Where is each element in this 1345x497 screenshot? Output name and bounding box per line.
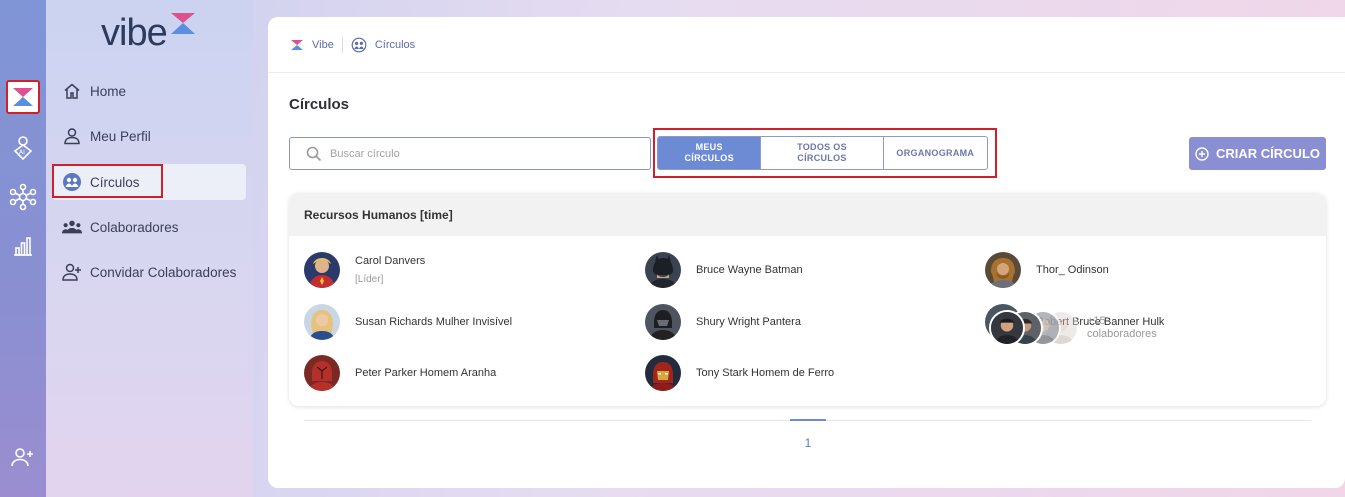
search-input[interactable] xyxy=(330,147,630,160)
tab-meus-circulos[interactable]: MEUS CÍRCULOS xyxy=(658,137,762,169)
ai-icon[interactable]: AI xyxy=(6,131,40,165)
pagination-page-1[interactable]: 1 xyxy=(790,436,826,450)
sidebar-item-label: Colaboradores xyxy=(90,219,179,235)
member-item[interactable]: Susan Richards Mulher Invisível xyxy=(304,304,512,340)
app-rail: AI xyxy=(0,0,46,497)
member-item[interactable]: Peter Parker Homem Aranha xyxy=(304,355,496,391)
breadcrumb: Vibe Círculos xyxy=(290,36,415,54)
member-item[interactable]: Carol Danvers [Líder] xyxy=(304,252,425,288)
member-name: Bruce Wayne Batman xyxy=(696,264,803,276)
avatar xyxy=(989,310,1025,346)
circle-title: Recursos Humanos [time] xyxy=(289,193,1326,236)
main-panel: Vibe Círculos Círculos MEUSCÍRCULOS TODO… xyxy=(268,17,1345,488)
user-plus-icon xyxy=(62,262,82,282)
vibe-logo-icon xyxy=(291,40,303,50)
tab-label: MEUS CÍRCULOS xyxy=(684,142,733,164)
member-role: [Líder] xyxy=(355,274,384,285)
tab-label-line2: CÍRCULOS xyxy=(684,153,734,163)
circle-card[interactable]: Recursos Humanos [time] Carol Danvers [L… xyxy=(289,193,1326,406)
member-name: Thor_ Odinson xyxy=(1036,264,1109,276)
avatar xyxy=(304,304,340,340)
sidebar-item-label: Círculos xyxy=(90,174,140,190)
logo-mark-icon xyxy=(170,13,195,34)
create-circle-button[interactable]: CRIAR CÍRCULO xyxy=(1189,137,1326,170)
header-divider xyxy=(268,72,1345,73)
avatar-stack xyxy=(989,310,1083,346)
circles-icon xyxy=(62,172,82,192)
breadcrumb-current-label: Círculos xyxy=(374,39,416,51)
home-icon xyxy=(62,81,82,101)
tab-label: TODOS OS CÍRCULOS xyxy=(797,142,847,164)
member-name: Susan Richards Mulher Invisível xyxy=(355,316,513,328)
breadcrumb-root[interactable]: Vibe xyxy=(290,39,334,51)
more-label: +15 colaboradores xyxy=(1087,315,1157,341)
more-text: colaboradores xyxy=(1087,328,1157,340)
search-icon xyxy=(306,146,322,161)
sidebar-item-label: Convidar Colaboradores xyxy=(90,264,237,280)
network-icon[interactable] xyxy=(6,180,40,214)
member-name: Peter Parker Homem Aranha xyxy=(355,367,497,379)
user-icon xyxy=(62,126,82,146)
tab-label-line1: TODOS OS xyxy=(797,142,847,152)
member-name: Shury Wright Pantera xyxy=(696,316,801,328)
member-item[interactable]: Thor_ Odinson xyxy=(985,252,1109,288)
pagination-active-indicator xyxy=(790,419,826,421)
breadcrumb-current: Círculos xyxy=(351,37,415,53)
sidebar: vibe Home Meu Perfil Círculos Colaborado… xyxy=(46,0,253,497)
member-name: Tony Stark Homem de Ferro xyxy=(696,367,835,379)
vibe-app-icon[interactable] xyxy=(6,80,40,114)
sidebar-item-convidar[interactable]: Convidar Colaboradores xyxy=(52,254,246,290)
tab-todos-os-circulos[interactable]: TODOS OS CÍRCULOS xyxy=(761,137,884,169)
page-title: Círculos xyxy=(289,96,350,113)
svg-text:AI: AI xyxy=(19,149,25,156)
breadcrumb-root-label: Vibe xyxy=(312,39,334,51)
view-switch: MEUS CÍRCULOS TODOS OS CÍRCULOS ORGANOGRAM… xyxy=(657,136,988,170)
breadcrumb-divider xyxy=(341,37,343,53)
search-box[interactable] xyxy=(289,137,651,170)
member-item[interactable]: Shury Wright Pantera xyxy=(645,304,801,340)
member-item[interactable]: Tony Stark Homem de Ferro xyxy=(645,355,834,391)
more-count: +15 xyxy=(1087,315,1106,327)
create-circle-label: CRIAR CÍRCULO xyxy=(1216,146,1320,161)
sidebar-item-colaboradores[interactable]: Colaboradores xyxy=(52,209,246,245)
plus-circle-icon xyxy=(1195,146,1209,161)
tab-label-line2: CÍRCULOS xyxy=(797,153,847,163)
member-item[interactable]: Bruce Wayne Batman xyxy=(645,252,803,288)
avatar xyxy=(985,252,1021,288)
avatar xyxy=(645,252,681,288)
sidebar-item-meu-perfil[interactable]: Meu Perfil xyxy=(52,118,246,154)
rail-invite-user-icon[interactable] xyxy=(6,440,40,474)
avatar xyxy=(645,304,681,340)
more-collaborators[interactable]: +15 colaboradores xyxy=(989,310,1157,346)
logo-text: vibe xyxy=(101,12,168,54)
group-icon xyxy=(62,217,82,237)
circles-icon xyxy=(351,37,367,53)
tab-label: ORGANOGRAMA xyxy=(896,147,975,158)
avatar xyxy=(304,252,340,288)
tab-label-line1: MEUS xyxy=(695,142,723,152)
member-name: Carol Danvers xyxy=(355,255,426,267)
sidebar-item-label: Home xyxy=(90,83,127,99)
vibe-logo[interactable]: vibe xyxy=(101,10,197,56)
sidebar-item-home[interactable]: Home xyxy=(52,73,246,109)
chart-icon[interactable] xyxy=(6,229,40,263)
sidebar-item-circulos[interactable]: Círculos xyxy=(52,164,246,200)
tab-organograma[interactable]: ORGANOGRAMA xyxy=(884,137,987,169)
sidebar-item-label: Meu Perfil xyxy=(90,128,151,144)
avatar xyxy=(645,355,681,391)
avatar xyxy=(304,355,340,391)
